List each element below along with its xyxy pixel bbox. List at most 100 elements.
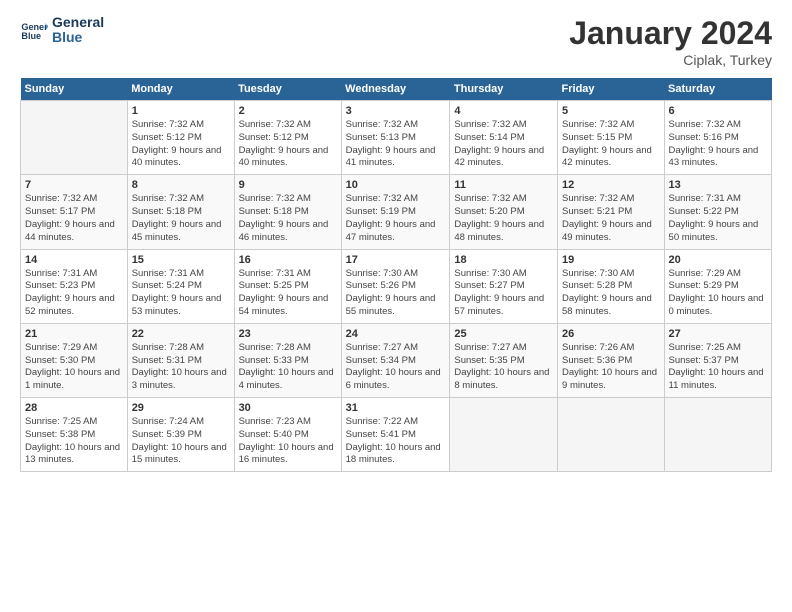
day-info: Sunrise: 7:32 AMSunset: 5:17 PMDaylight:… [25, 193, 123, 244]
title-block: January 2024 Ciplak, Turkey [569, 15, 772, 68]
calendar-cell: 24 Sunrise: 7:27 AMSunset: 5:34 PMDaylig… [341, 323, 450, 397]
calendar-week-row: 21 Sunrise: 7:29 AMSunset: 5:30 PMDaylig… [21, 323, 772, 397]
calendar-cell: 12 Sunrise: 7:32 AMSunset: 5:21 PMDaylig… [558, 175, 665, 249]
day-info: Sunrise: 7:28 AMSunset: 5:33 PMDaylight:… [239, 342, 337, 393]
logo-line2: Blue [52, 30, 104, 45]
day-number: 13 [669, 179, 767, 191]
day-number: 6 [669, 105, 767, 117]
day-number: 8 [132, 179, 230, 191]
calendar-cell: 27 Sunrise: 7:25 AMSunset: 5:37 PMDaylig… [664, 323, 771, 397]
day-info: Sunrise: 7:32 AMSunset: 5:16 PMDaylight:… [669, 119, 767, 170]
weekday-header-friday: Friday [558, 78, 665, 101]
day-info: Sunrise: 7:32 AMSunset: 5:21 PMDaylight:… [562, 193, 660, 244]
calendar-cell: 17 Sunrise: 7:30 AMSunset: 5:26 PMDaylig… [341, 249, 450, 323]
weekday-header-row: SundayMondayTuesdayWednesdayThursdayFrid… [21, 78, 772, 101]
day-info: Sunrise: 7:24 AMSunset: 5:39 PMDaylight:… [132, 416, 230, 467]
day-info: Sunrise: 7:25 AMSunset: 5:38 PMDaylight:… [25, 416, 123, 467]
calendar-cell: 23 Sunrise: 7:28 AMSunset: 5:33 PMDaylig… [234, 323, 341, 397]
day-number: 26 [562, 328, 660, 340]
calendar-cell: 26 Sunrise: 7:26 AMSunset: 5:36 PMDaylig… [558, 323, 665, 397]
day-info: Sunrise: 7:30 AMSunset: 5:26 PMDaylight:… [346, 268, 446, 319]
day-number: 24 [346, 328, 446, 340]
day-number: 10 [346, 179, 446, 191]
day-info: Sunrise: 7:29 AMSunset: 5:30 PMDaylight:… [25, 342, 123, 393]
calendar-cell [450, 398, 558, 472]
calendar-cell: 8 Sunrise: 7:32 AMSunset: 5:18 PMDayligh… [127, 175, 234, 249]
day-number: 16 [239, 254, 337, 266]
calendar-cell: 9 Sunrise: 7:32 AMSunset: 5:18 PMDayligh… [234, 175, 341, 249]
day-number: 15 [132, 254, 230, 266]
day-info: Sunrise: 7:32 AMSunset: 5:20 PMDaylight:… [454, 193, 553, 244]
calendar-cell: 3 Sunrise: 7:32 AMSunset: 5:13 PMDayligh… [341, 101, 450, 175]
day-info: Sunrise: 7:30 AMSunset: 5:28 PMDaylight:… [562, 268, 660, 319]
calendar-cell: 6 Sunrise: 7:32 AMSunset: 5:16 PMDayligh… [664, 101, 771, 175]
day-number: 30 [239, 402, 337, 414]
weekday-header-sunday: Sunday [21, 78, 128, 101]
calendar-week-row: 14 Sunrise: 7:31 AMSunset: 5:23 PMDaylig… [21, 249, 772, 323]
day-info: Sunrise: 7:23 AMSunset: 5:40 PMDaylight:… [239, 416, 337, 467]
day-number: 5 [562, 105, 660, 117]
day-number: 12 [562, 179, 660, 191]
calendar-cell: 20 Sunrise: 7:29 AMSunset: 5:29 PMDaylig… [664, 249, 771, 323]
calendar-cell: 10 Sunrise: 7:32 AMSunset: 5:19 PMDaylig… [341, 175, 450, 249]
logo: General Blue General Blue [20, 15, 104, 46]
calendar-week-row: 7 Sunrise: 7:32 AMSunset: 5:17 PMDayligh… [21, 175, 772, 249]
day-info: Sunrise: 7:29 AMSunset: 5:29 PMDaylight:… [669, 268, 767, 319]
day-info: Sunrise: 7:32 AMSunset: 5:12 PMDaylight:… [132, 119, 230, 170]
day-info: Sunrise: 7:32 AMSunset: 5:18 PMDaylight:… [132, 193, 230, 244]
day-number: 25 [454, 328, 553, 340]
calendar-cell: 16 Sunrise: 7:31 AMSunset: 5:25 PMDaylig… [234, 249, 341, 323]
day-number: 29 [132, 402, 230, 414]
calendar-table: SundayMondayTuesdayWednesdayThursdayFrid… [20, 78, 772, 472]
day-number: 2 [239, 105, 337, 117]
day-info: Sunrise: 7:27 AMSunset: 5:35 PMDaylight:… [454, 342, 553, 393]
day-number: 11 [454, 179, 553, 191]
svg-text:Blue: Blue [21, 31, 41, 41]
day-number: 31 [346, 402, 446, 414]
calendar-cell: 25 Sunrise: 7:27 AMSunset: 5:35 PMDaylig… [450, 323, 558, 397]
calendar-cell [558, 398, 665, 472]
day-number: 23 [239, 328, 337, 340]
day-info: Sunrise: 7:31 AMSunset: 5:24 PMDaylight:… [132, 268, 230, 319]
calendar-cell: 13 Sunrise: 7:31 AMSunset: 5:22 PMDaylig… [664, 175, 771, 249]
day-number: 1 [132, 105, 230, 117]
calendar-cell: 18 Sunrise: 7:30 AMSunset: 5:27 PMDaylig… [450, 249, 558, 323]
day-info: Sunrise: 7:31 AMSunset: 5:22 PMDaylight:… [669, 193, 767, 244]
day-info: Sunrise: 7:31 AMSunset: 5:23 PMDaylight:… [25, 268, 123, 319]
calendar-cell: 2 Sunrise: 7:32 AMSunset: 5:12 PMDayligh… [234, 101, 341, 175]
day-info: Sunrise: 7:30 AMSunset: 5:27 PMDaylight:… [454, 268, 553, 319]
weekday-header-wednesday: Wednesday [341, 78, 450, 101]
weekday-header-thursday: Thursday [450, 78, 558, 101]
day-number: 3 [346, 105, 446, 117]
calendar-cell: 31 Sunrise: 7:22 AMSunset: 5:41 PMDaylig… [341, 398, 450, 472]
calendar-cell: 21 Sunrise: 7:29 AMSunset: 5:30 PMDaylig… [21, 323, 128, 397]
calendar-cell: 11 Sunrise: 7:32 AMSunset: 5:20 PMDaylig… [450, 175, 558, 249]
calendar-cell: 5 Sunrise: 7:32 AMSunset: 5:15 PMDayligh… [558, 101, 665, 175]
month-title: January 2024 [569, 15, 772, 52]
calendar-cell: 19 Sunrise: 7:30 AMSunset: 5:28 PMDaylig… [558, 249, 665, 323]
day-info: Sunrise: 7:28 AMSunset: 5:31 PMDaylight:… [132, 342, 230, 393]
calendar-cell [21, 101, 128, 175]
calendar-cell: 15 Sunrise: 7:31 AMSunset: 5:24 PMDaylig… [127, 249, 234, 323]
calendar-cell: 7 Sunrise: 7:32 AMSunset: 5:17 PMDayligh… [21, 175, 128, 249]
day-info: Sunrise: 7:31 AMSunset: 5:25 PMDaylight:… [239, 268, 337, 319]
weekday-header-tuesday: Tuesday [234, 78, 341, 101]
logo-icon: General Blue [20, 16, 48, 44]
day-info: Sunrise: 7:32 AMSunset: 5:12 PMDaylight:… [239, 119, 337, 170]
day-info: Sunrise: 7:32 AMSunset: 5:18 PMDaylight:… [239, 193, 337, 244]
day-info: Sunrise: 7:22 AMSunset: 5:41 PMDaylight:… [346, 416, 446, 467]
day-info: Sunrise: 7:32 AMSunset: 5:13 PMDaylight:… [346, 119, 446, 170]
day-number: 19 [562, 254, 660, 266]
calendar-cell: 22 Sunrise: 7:28 AMSunset: 5:31 PMDaylig… [127, 323, 234, 397]
calendar-cell: 1 Sunrise: 7:32 AMSunset: 5:12 PMDayligh… [127, 101, 234, 175]
day-number: 4 [454, 105, 553, 117]
day-number: 9 [239, 179, 337, 191]
day-number: 28 [25, 402, 123, 414]
day-info: Sunrise: 7:25 AMSunset: 5:37 PMDaylight:… [669, 342, 767, 393]
day-info: Sunrise: 7:27 AMSunset: 5:34 PMDaylight:… [346, 342, 446, 393]
day-number: 20 [669, 254, 767, 266]
day-info: Sunrise: 7:26 AMSunset: 5:36 PMDaylight:… [562, 342, 660, 393]
calendar-week-row: 28 Sunrise: 7:25 AMSunset: 5:38 PMDaylig… [21, 398, 772, 472]
day-info: Sunrise: 7:32 AMSunset: 5:14 PMDaylight:… [454, 119, 553, 170]
day-info: Sunrise: 7:32 AMSunset: 5:15 PMDaylight:… [562, 119, 660, 170]
